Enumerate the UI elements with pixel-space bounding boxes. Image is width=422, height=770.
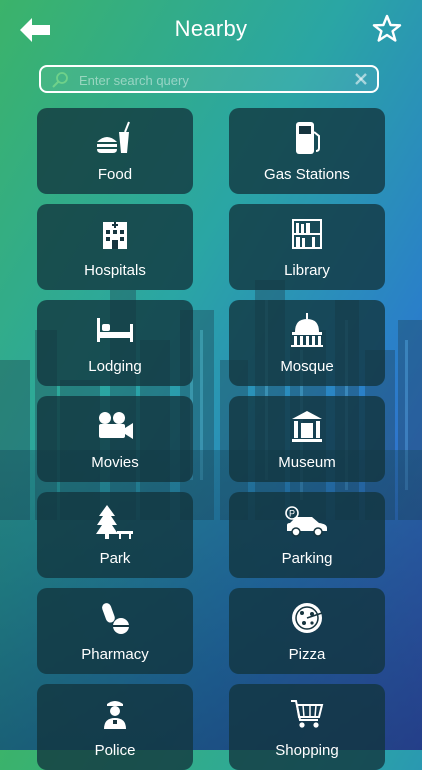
category-tile-shopping[interactable]: Shopping [229, 684, 385, 770]
gas-station-icon [296, 122, 320, 154]
category-tile-museum[interactable]: Museum [229, 396, 385, 482]
category-label: Lodging [88, 358, 142, 375]
category-tile-library[interactable]: Library [229, 204, 385, 290]
category-tile-lodging[interactable]: Lodging [37, 300, 193, 386]
mosque-icon [291, 313, 323, 347]
svg-text:P: P [289, 509, 295, 519]
category-tile-police[interactable]: Police [37, 684, 193, 770]
category-label: Mosque [280, 358, 334, 375]
category-label: Shopping [275, 742, 339, 759]
top-bar: Nearby [0, 0, 422, 60]
category-tile-pharmacy[interactable]: Pharmacy [37, 588, 193, 674]
category-label: Police [94, 742, 136, 759]
clear-icon[interactable] [353, 71, 369, 87]
category-label: Library [284, 262, 330, 279]
search-input[interactable] [77, 69, 351, 91]
search-icon [52, 72, 68, 88]
tree-icon [96, 505, 133, 539]
pills-icon [102, 603, 129, 634]
pizza-icon [292, 603, 323, 633]
category-tile-hospitals[interactable]: Hospitals [37, 204, 193, 290]
category-tile-parking[interactable]: P Parking [229, 492, 385, 578]
bed-icon [97, 318, 133, 342]
search-bar [39, 65, 379, 93]
library-icon [292, 219, 322, 249]
star-favorite-icon[interactable] [372, 14, 402, 44]
category-label: Park [99, 550, 131, 567]
food-icon [97, 121, 130, 153]
category-tile-park[interactable]: Park [37, 492, 193, 578]
category-tile-food[interactable]: Food [37, 108, 193, 194]
category-label: Movies [91, 454, 139, 471]
category-label: Pharmacy [81, 646, 149, 663]
category-label: Hospitals [84, 262, 146, 279]
category-tile-mosque[interactable]: Mosque [229, 300, 385, 386]
police-icon [104, 701, 126, 729]
category-label: Gas Stations [264, 166, 350, 183]
category-tile-movies[interactable]: Movies [37, 396, 193, 482]
category-label: Museum [278, 454, 336, 471]
category-tile-gas-stations[interactable]: Gas Stations [229, 108, 385, 194]
page-title: Nearby [174, 16, 248, 41]
category-tile-pizza[interactable]: Pizza [229, 588, 385, 674]
movie-camera-icon [99, 412, 133, 439]
shopping-cart-icon [291, 700, 324, 728]
hospital-icon [103, 222, 127, 249]
museum-icon [292, 411, 322, 442]
category-label: Pizza [288, 646, 326, 663]
category-label: Parking [281, 550, 333, 567]
category-label: Food [97, 166, 133, 183]
parking-car-icon: P [285, 506, 327, 537]
